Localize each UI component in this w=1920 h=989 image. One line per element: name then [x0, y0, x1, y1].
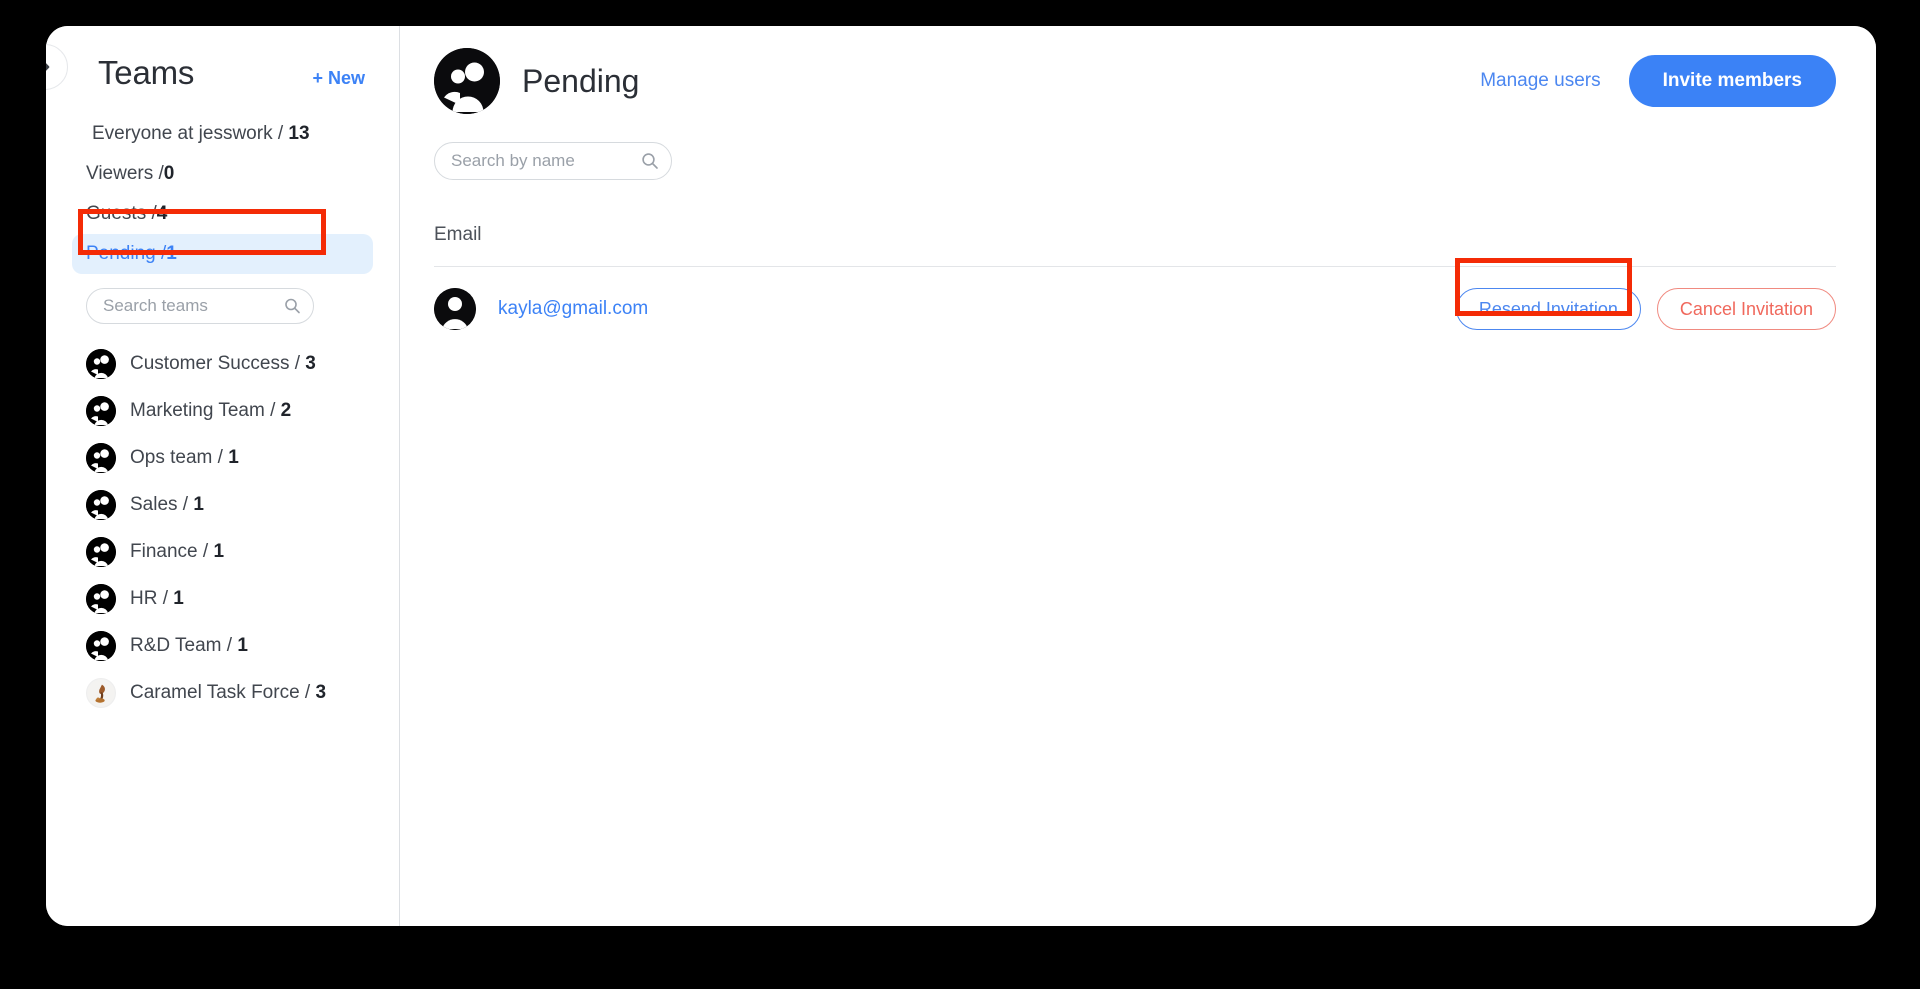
group-avatar-icon [434, 48, 500, 114]
team-name-text: Caramel Task Force / [130, 681, 311, 703]
scope-label: Guests / [86, 203, 157, 224]
list-item[interactable]: Sales / 1 [86, 481, 399, 528]
team-label: R&D Team / 1 [130, 635, 248, 657]
scope-count: 13 [288, 123, 310, 144]
sidebar-item-pending[interactable]: Pending /1 [72, 234, 373, 274]
list-item[interactable]: HR / 1 [86, 575, 399, 622]
team-count: 1 [228, 446, 239, 468]
team-name-text: Ops team / [130, 446, 223, 468]
team-name-text: HR / [130, 587, 168, 609]
invite-members-button[interactable]: Invite members [1628, 55, 1836, 107]
search-icon [641, 152, 659, 170]
scope-count: 1 [166, 243, 177, 264]
team-label: Caramel Task Force / 3 [130, 682, 326, 704]
team-count: 2 [280, 399, 292, 421]
team-label: Customer Success / 3 [130, 353, 316, 375]
team-count: 3 [315, 681, 327, 703]
scope-label: Everyone at jesswork / [92, 123, 284, 144]
main-header: Pending Manage users Invite members [434, 26, 1836, 114]
search-name-input[interactable] [451, 151, 637, 171]
caramel-photo-icon [86, 677, 116, 708]
teams-list: Customer Success / 3 Marketing Team / 2 … [46, 340, 399, 716]
team-count: 1 [193, 493, 204, 515]
search-teams-container [46, 274, 399, 324]
group-icon [86, 442, 116, 473]
scope-count: 0 [163, 163, 175, 184]
group-icon [86, 348, 116, 379]
group-icon [86, 489, 116, 520]
scope-label: Viewers / [86, 163, 164, 184]
search-icon [284, 298, 301, 315]
group-icon [86, 536, 116, 567]
cancel-invitation-button[interactable]: Cancel Invitation [1656, 288, 1836, 330]
group-icon [86, 583, 116, 614]
search-teams-input[interactable] [103, 296, 279, 316]
column-header-email: Email [434, 224, 482, 245]
scope-label: Pending / [86, 243, 167, 264]
chevron-right-icon [46, 58, 52, 76]
table-row: kayla@gmail.com Resend Invitation Cancel… [434, 267, 1836, 351]
person-avatar-icon [434, 288, 476, 330]
page-title: Teams [98, 54, 195, 91]
team-name-text: Finance / [130, 540, 209, 562]
team-label: HR / 1 [130, 588, 184, 610]
screen-canvas: Teams + New Everyone at jesswork / 13 Vi… [0, 0, 1920, 989]
list-item[interactable]: Ops team / 1 [86, 434, 399, 481]
search-name-box[interactable] [434, 142, 672, 180]
team-count: 3 [305, 352, 316, 374]
resend-invitation-button[interactable]: Resend Invitation [1455, 288, 1641, 330]
team-name-text: R&D Team / [130, 634, 233, 656]
app-window: Teams + New Everyone at jesswork / 13 Vi… [46, 26, 1876, 926]
group-icon [86, 630, 116, 661]
list-item[interactable]: Caramel Task Force / 3 [86, 669, 399, 716]
scope-list: Everyone at jesswork / 13 Viewers /0 Gue… [46, 114, 399, 274]
search-name-container [434, 142, 1836, 180]
manage-users-link[interactable]: Manage users [1480, 70, 1600, 92]
sidebar-item-viewers[interactable]: Viewers /0 [72, 154, 373, 194]
member-email-link[interactable]: kayla@gmail.com [498, 298, 648, 320]
group-icon [86, 395, 116, 426]
sidebar-header: Teams + New [46, 26, 399, 92]
sidebar-item-everyone[interactable]: Everyone at jesswork / 13 [72, 114, 373, 154]
list-item[interactable]: R&D Team / 1 [86, 622, 399, 669]
team-label: Ops team / 1 [130, 447, 239, 469]
team-count: 1 [173, 587, 184, 609]
teams-sidebar: Teams + New Everyone at jesswork / 13 Vi… [46, 26, 400, 926]
header-actions: Manage users Invite members [1480, 55, 1836, 107]
team-label: Finance / 1 [130, 541, 224, 563]
team-name-text: Marketing Team / [130, 399, 276, 421]
list-item[interactable]: Marketing Team / 2 [86, 387, 399, 434]
new-team-button[interactable]: + New [312, 68, 365, 89]
list-item[interactable]: Customer Success / 3 [86, 340, 399, 387]
team-label: Marketing Team / 2 [130, 400, 291, 422]
main-page-title: Pending [522, 62, 640, 99]
team-count: 1 [213, 540, 225, 562]
row-actions: Resend Invitation Cancel Invitation [1455, 288, 1836, 330]
team-count: 1 [237, 634, 248, 656]
scope-count: 4 [156, 203, 168, 224]
search-teams-box[interactable] [86, 288, 314, 324]
list-item[interactable]: Finance / 1 [86, 528, 399, 575]
pending-main-panel: Pending Manage users Invite members Sear… [400, 26, 1876, 926]
team-name-text: Sales / [130, 493, 189, 515]
team-label: Sales / 1 [130, 494, 204, 516]
sidebar-item-guests[interactable]: Guests /4 [72, 194, 373, 234]
team-name-text: Customer Success / [130, 352, 300, 374]
